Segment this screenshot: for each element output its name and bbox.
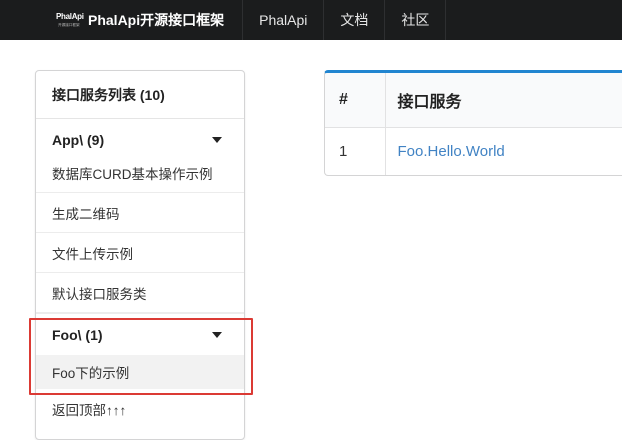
table-row: 1 Foo.Hello.World bbox=[325, 127, 622, 175]
group-title-foo-label: Foo\ (1) bbox=[52, 326, 103, 343]
sidebar-item-default-service[interactable]: 默认接口服务类 bbox=[36, 273, 244, 313]
back-to-top-link[interactable]: 返回顶部↑↑↑ bbox=[36, 389, 244, 429]
column-header-number: # bbox=[325, 73, 386, 128]
logo-text: PhalApi bbox=[56, 12, 84, 21]
api-service-sidebar: 接口服务列表 (10) App\ (9) 数据库CURD基本操作示例 生成二维码… bbox=[35, 70, 245, 440]
caret-down-icon[interactable] bbox=[212, 331, 222, 338]
sidebar-item-foo-example[interactable]: Foo下的示例 bbox=[36, 355, 244, 389]
row-number: 1 bbox=[325, 127, 386, 175]
brand[interactable]: PhalApi 开源接口框架 PhalApi开源接口框架 bbox=[0, 0, 244, 40]
caret-down-icon[interactable] bbox=[212, 137, 222, 143]
group-title-foo[interactable]: Foo\ (1) bbox=[36, 313, 244, 355]
service-table-card: # 接口服务 1 Foo.Hello.World bbox=[324, 70, 622, 176]
brand-title[interactable]: PhalApi开源接口框架 bbox=[88, 10, 224, 30]
nav-item-phalapi[interactable]: PhalApi bbox=[243, 0, 325, 40]
column-header-service: 接口服务 bbox=[385, 73, 622, 128]
service-cell: Foo.Hello.World bbox=[385, 127, 622, 175]
logo-subtext: 开源接口框架 bbox=[58, 22, 80, 27]
table-header-row: # 接口服务 bbox=[325, 73, 622, 128]
nav-item-docs[interactable]: 文档 bbox=[324, 0, 386, 40]
service-link[interactable]: Foo.Hello.World bbox=[398, 143, 505, 160]
sidebar-header: 接口服务列表 (10) bbox=[36, 71, 244, 119]
sidebar-item-file-upload[interactable]: 文件上传示例 bbox=[36, 233, 244, 273]
sidebar-item-qrcode[interactable]: 生成二维码 bbox=[36, 193, 244, 233]
service-table: # 接口服务 1 Foo.Hello.World bbox=[325, 73, 622, 175]
group-title-app-label: App\ (9) bbox=[52, 132, 105, 148]
nav-item-community[interactable]: 社区 bbox=[385, 0, 447, 40]
group-title-app[interactable]: App\ (9) bbox=[36, 119, 244, 161]
sidebar-item-curd-example[interactable]: 数据库CURD基本操作示例 bbox=[36, 161, 244, 193]
phalapi-logo: PhalApi 开源接口框架 bbox=[56, 11, 84, 29]
top-nav-bar: PhalApi 开源接口框架 PhalApi开源接口框架 PhalApi 文档 … bbox=[0, 0, 622, 40]
